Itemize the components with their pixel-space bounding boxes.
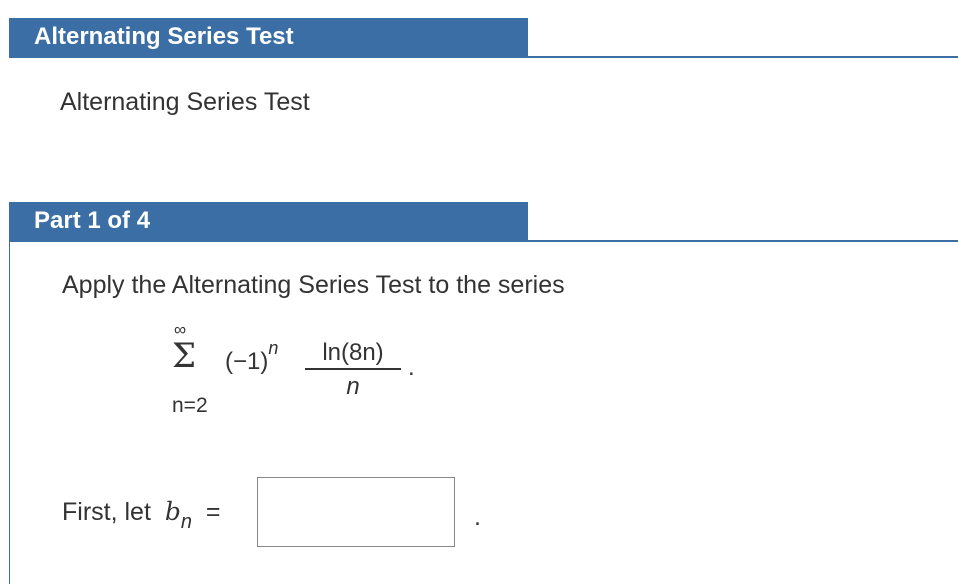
answer-label: First, let bn =: [62, 497, 221, 533]
alternating-base: (−1): [225, 348, 269, 375]
sigma-symbol: Σ: [172, 336, 197, 376]
bn-answer-input[interactable]: [257, 477, 455, 547]
answer-label-prefix: First, let: [62, 498, 151, 526]
answer-period: .: [474, 503, 481, 531]
part-header: Part 1 of 4: [9, 202, 958, 242]
fraction-numerator: ln(8n): [305, 338, 401, 370]
term-fraction: ln(8n) n: [305, 338, 401, 404]
question-prompt: Apply the Alternating Series Test to the…: [62, 271, 565, 299]
section-intro: Alternating Series Test: [60, 88, 310, 116]
answer-subscript: n: [180, 511, 192, 533]
part-title: Part 1 of 4: [9, 202, 528, 242]
answer-equals: =: [205, 498, 221, 526]
alternating-exponent: n: [268, 338, 279, 358]
answer-variable: b: [164, 497, 181, 526]
series-period: .: [408, 354, 415, 381]
series-expression: ∞ Σ n=2 (−1)n ln(8n) n .: [165, 320, 445, 420]
section-title: Alternating Series Test: [9, 18, 528, 58]
alternating-factor: (−1)n: [225, 338, 278, 376]
page: Alternating Series Test Alternating Seri…: [0, 0, 958, 584]
fraction-denominator: n: [346, 373, 360, 400]
section-header: Alternating Series Test: [9, 18, 958, 58]
sum-lower-limit: n=2: [172, 394, 208, 417]
